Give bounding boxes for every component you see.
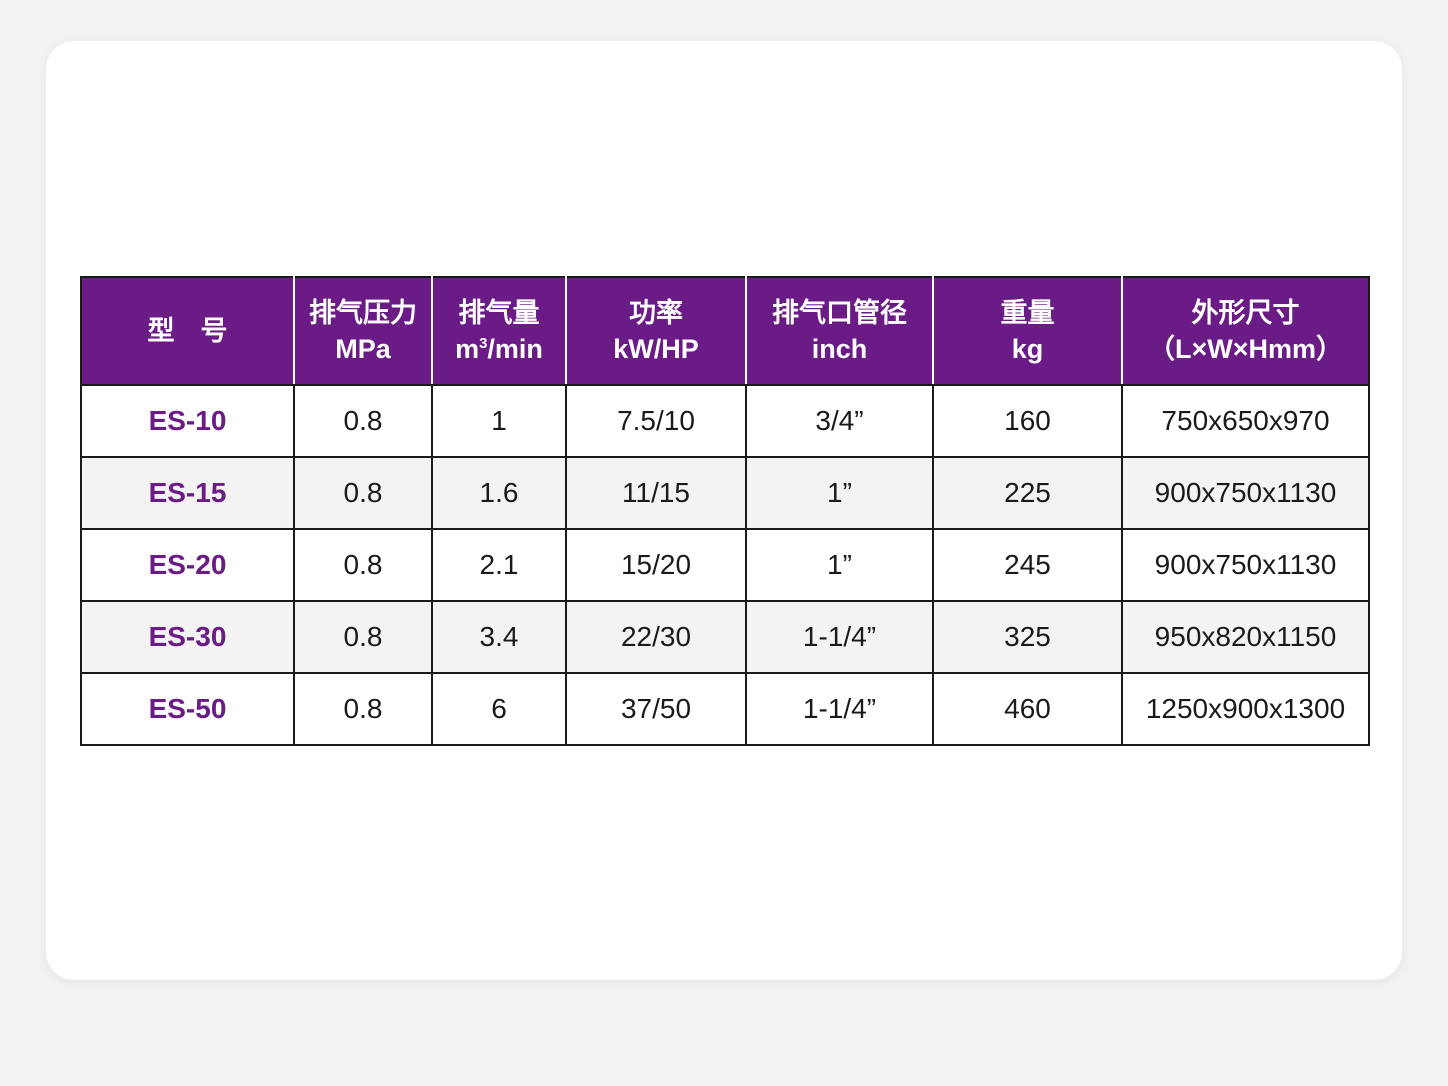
header-dimensions-label: 外形尺寸 [1191, 298, 1300, 328]
cell-pressure: 0.8 [293, 384, 433, 458]
cell-pressure: 0.8 [293, 528, 433, 602]
header-weight: 重量 kg [932, 276, 1123, 386]
table-row: ES-15 0.8 1.6 11/15 1” 225 900x750x1130 [80, 456, 1370, 530]
cell-power: 7.5/10 [565, 384, 747, 458]
header-weight-unit: kg [1011, 334, 1044, 364]
cell-dimensions: 950x820x1150 [1121, 600, 1370, 674]
cell-outlet: 3/4” [745, 384, 934, 458]
table-row: ES-30 0.8 3.4 22/30 1-1/4” 325 950x820x1… [80, 600, 1370, 674]
cell-power: 11/15 [565, 456, 747, 530]
cell-model: ES-30 [80, 600, 295, 674]
cell-pressure: 0.8 [293, 456, 433, 530]
header-pressure-label: 排气压力 [309, 298, 417, 328]
cell-power: 37/50 [565, 672, 747, 746]
cell-model: ES-20 [80, 528, 295, 602]
cell-dimensions: 900x750x1130 [1121, 456, 1370, 530]
cell-outlet: 1” [745, 456, 934, 530]
cell-model: ES-50 [80, 672, 295, 746]
header-dimensions-unit: （L×W×Hmm） [1147, 334, 1344, 364]
header-row: 型号 排气压力 MPa 排气量 m3/min 功率 kW/HP 排气口管径 in… [80, 276, 1370, 386]
cell-weight: 225 [932, 456, 1123, 530]
cell-dimensions: 900x750x1130 [1121, 528, 1370, 602]
cell-weight: 460 [932, 672, 1123, 746]
header-power: 功率 kW/HP [565, 276, 747, 386]
header-power-label: 功率 [629, 298, 683, 328]
header-weight-label: 重量 [1000, 298, 1055, 328]
header-pressure: 排气压力 MPa [293, 276, 433, 386]
header-outlet-unit: inch [811, 334, 868, 364]
cell-flow: 1.6 [431, 456, 567, 530]
spec-table: 型号 排气压力 MPa 排气量 m3/min 功率 kW/HP 排气口管径 in… [80, 276, 1370, 746]
table-row: ES-50 0.8 6 37/50 1-1/4” 460 1250x900x13… [80, 672, 1370, 746]
cell-flow: 6 [431, 672, 567, 746]
cell-dimensions: 750x650x970 [1121, 384, 1370, 458]
cell-flow: 1 [431, 384, 567, 458]
cell-pressure: 0.8 [293, 672, 433, 746]
header-flow-unit: m3/min [455, 334, 543, 364]
cell-power: 22/30 [565, 600, 747, 674]
cell-outlet: 1” [745, 528, 934, 602]
header-outlet: 排气口管径 inch [745, 276, 934, 386]
header-flow-label: 排气量 [458, 298, 540, 328]
cell-flow: 2.1 [431, 528, 567, 602]
header-model: 型号 [80, 276, 295, 386]
header-outlet-label: 排气口管径 [772, 298, 907, 328]
cell-power: 15/20 [565, 528, 747, 602]
header-flow: 排气量 m3/min [431, 276, 567, 386]
cell-model: ES-15 [80, 456, 295, 530]
header-dimensions: 外形尺寸 （L×W×Hmm） [1121, 276, 1370, 386]
cell-model: ES-10 [80, 384, 295, 458]
cell-outlet: 1-1/4” [745, 672, 934, 746]
header-model-label: 型号 [147, 316, 254, 346]
cell-pressure: 0.8 [293, 600, 433, 674]
table-row: ES-20 0.8 2.1 15/20 1” 245 900x750x1130 [80, 528, 1370, 602]
cell-weight: 160 [932, 384, 1123, 458]
cell-flow: 3.4 [431, 600, 567, 674]
cell-weight: 325 [932, 600, 1123, 674]
table-row: ES-10 0.8 1 7.5/10 3/4” 160 750x650x970 [80, 384, 1370, 458]
header-power-unit: kW/HP [613, 334, 699, 364]
header-pressure-unit: MPa [335, 334, 391, 364]
cell-outlet: 1-1/4” [745, 600, 934, 674]
cell-dimensions: 1250x900x1300 [1121, 672, 1370, 746]
cell-weight: 245 [932, 528, 1123, 602]
